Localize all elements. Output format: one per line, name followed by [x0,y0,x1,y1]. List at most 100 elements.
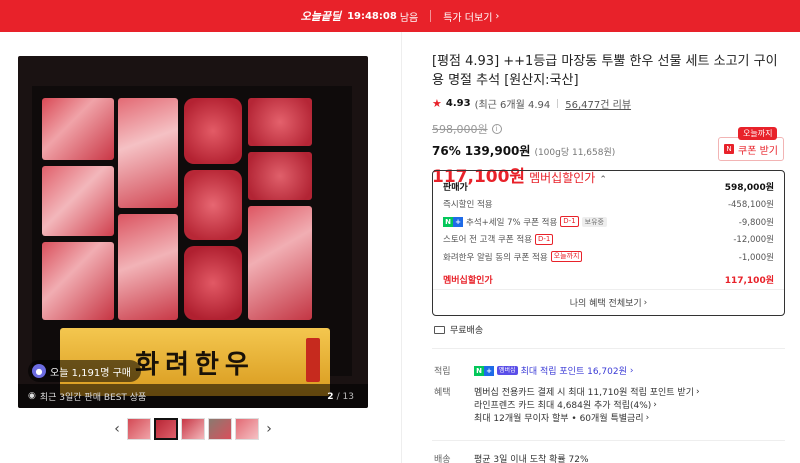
banner-divider [430,10,432,22]
meat-steak [184,98,242,164]
seal-icon [306,338,320,382]
thumbnail[interactable] [235,418,259,440]
benefit-text: 멤버십 전용카드 결제 시 최대 11,710원 적립 포인트 받기 [474,388,694,398]
chevron-right-icon: › [643,297,648,308]
section-divider [432,440,785,441]
chevron-right-icon: › [695,386,700,397]
points-row: 적립 N + 멤버십 최대 적립 포인트 16,702원 › [434,364,784,378]
deal-banner: 오늘끝딜 19:48:08 남음 특가 더보기 › [0,0,800,32]
brand-plate-text: 화려한우 [135,349,255,380]
breakdown-value: 598,000원 [724,183,774,194]
chevron-right-icon: › [495,10,500,22]
points-link[interactable]: N + 멤버십 최대 적립 포인트 16,702원 › [474,364,634,377]
thumbnail[interactable] [208,418,232,440]
coupon-button[interactable]: N 쿠폰 받기 [718,137,784,161]
review-count-link[interactable]: 56,477건 리뷰 [565,96,631,111]
membership-badge: 멤버십 [497,366,518,375]
breakdown-total-value: 117,100원 [724,275,774,286]
best-seller-bar: ◉ 최근 3일간 판매 BEST 상품 [18,384,368,408]
points-text: 최대 적립 포인트 16,702원 [520,367,627,377]
discount-price: 139,900원 [464,144,531,158]
npay-icon: N + [474,365,494,376]
product-info: [평점 4.93] ++1등급 마장동 투뿔 한우 선물 세트 소고기 구이용 … [432,52,786,187]
benefit-text: 최대 12개월 무이자 할부 • 60개월 특별금리 [474,414,644,424]
coupon-label: 쿠폰 받기 [738,145,778,157]
thumbnail[interactable] [127,418,151,440]
original-price-row: 598,000원 i [432,121,786,137]
panel-divider [401,32,402,463]
breakdown-row: 화려한우 알림 동의 쿠폰 적용 오늘까지 -1,000원 [443,248,774,266]
breakdown-label: 판매가 [443,183,468,194]
meat-steak [184,170,242,240]
benefit-item[interactable]: 최대 12개월 무이자 할부 • 60개월 특별금리 › [474,411,700,425]
breakdown-row: 스토어 전 고객 쿠폰 적용 D-1 -12,000원 [443,231,774,249]
unit-price: (100g당 11,658원) [534,148,616,158]
page-total: / 13 [336,392,354,402]
chevron-right-icon: › [653,399,657,410]
product-image-gallery[interactable]: 화려한우 ● 오늘 1,191명 구매 ◉ 최근 3일간 판매 BEST 상품 … [18,56,368,408]
breakdown-value: -12,000원 [733,235,774,246]
more-deals-link[interactable]: 특가 더보기 › [443,9,499,24]
view-all-benefits-label: 나의 혜택 전체보기 [569,299,642,309]
breakdown-row: 판매가 598,000원 [443,178,774,196]
price-breakdown: 판매가 598,000원 즉시할인 적용 -458,100원 N + 추석+세일… [432,170,785,316]
meat-steak [184,246,242,320]
benefit-item[interactable]: 멤버십 전용카드 결제 시 최대 11,710원 적립 포인트 받기 › [474,385,700,399]
breakdown-label: 즉시할인 적용 [443,200,493,211]
product-title: [평점 4.93] ++1등급 마장동 투뿔 한우 선물 세트 소고기 구이용 … [432,54,778,88]
chevron-right-icon: › [629,365,634,376]
owned-badge: 보유중 [581,216,607,227]
more-deals-label: 특가 더보기 [443,12,493,24]
section-divider [432,348,785,349]
coupon-deadline-tag: 오늘까지 [738,127,778,140]
meat-slice [118,98,178,208]
benefits-key: 혜택 [434,388,451,398]
crown-icon: ◉ [28,391,36,401]
breakdown-value: -9,800원 [738,217,774,228]
today-only-badge: 오늘까지 [550,251,583,263]
d-day-badge: D-1 [560,216,579,228]
meat-cubes [248,98,312,146]
benefit-item[interactable]: 라인프렌즈 카드 최대 4,684원 추가 적립(4%) › [474,398,700,412]
best-seller-text: 최근 3일간 판매 BEST 상품 [39,392,147,403]
delivery-value: 평균 3일 이내 도착 확률 72% [474,455,589,463]
star-icon: ★ [432,97,442,110]
page-current: 2 [327,392,334,402]
breakdown-label: 화려한우 알림 동의 쿠폰 적용 [443,252,548,263]
info-icon[interactable]: i [491,124,502,134]
breakdown-value: -458,100원 [727,200,774,211]
breakdown-label: 스토어 전 고객 쿠폰 적용 [443,235,533,246]
meat-cubes [248,152,312,200]
npay-plus: + [453,216,463,227]
purchase-count-text: 오늘 1,191명 구매 [50,367,131,379]
npay-n: N [474,365,484,376]
breakdown-total-row: 멤버십할인가 117,100원 [443,271,774,289]
image-page-counter: 2 / 13 [327,392,354,402]
deal-brand: 오늘끝딜 [300,10,342,23]
user-icon: ● [32,364,46,378]
breakdown-label: 추석+세일 7% 쿠폰 적용 [466,217,558,228]
coupon-icon: N [724,144,734,154]
rating-note: (최근 6개월 4.94 [474,100,551,111]
thumbnail[interactable] [181,418,205,440]
delivery-key: 배송 [434,455,451,463]
breakdown-total-label: 멤버십할인가 [443,275,493,286]
thumb-prev-button[interactable]: ‹ [110,421,124,437]
d-day-badge: D-1 [535,233,554,245]
npay-n: N [443,216,453,227]
thumb-next-button[interactable]: › [262,421,276,437]
deal-remaining: 남음 [399,12,419,24]
meat-slice [42,242,114,320]
discount-percent: 76% [432,144,461,158]
view-all-benefits-link[interactable]: 나의 혜택 전체보기 › [433,289,784,315]
rating-divider [557,99,559,108]
meat-slice [42,98,114,160]
npay-plus: + [484,365,494,376]
rating-score: 4.93 [445,98,471,109]
thumbnail-active[interactable] [154,418,178,440]
free-shipping-label: 무료배송 [450,326,484,336]
truck-icon [434,325,445,334]
meat-slice [248,206,312,320]
meat-slice [118,214,178,320]
delivery-row: 배송 평균 3일 이내 도착 확률 72% [434,452,784,463]
